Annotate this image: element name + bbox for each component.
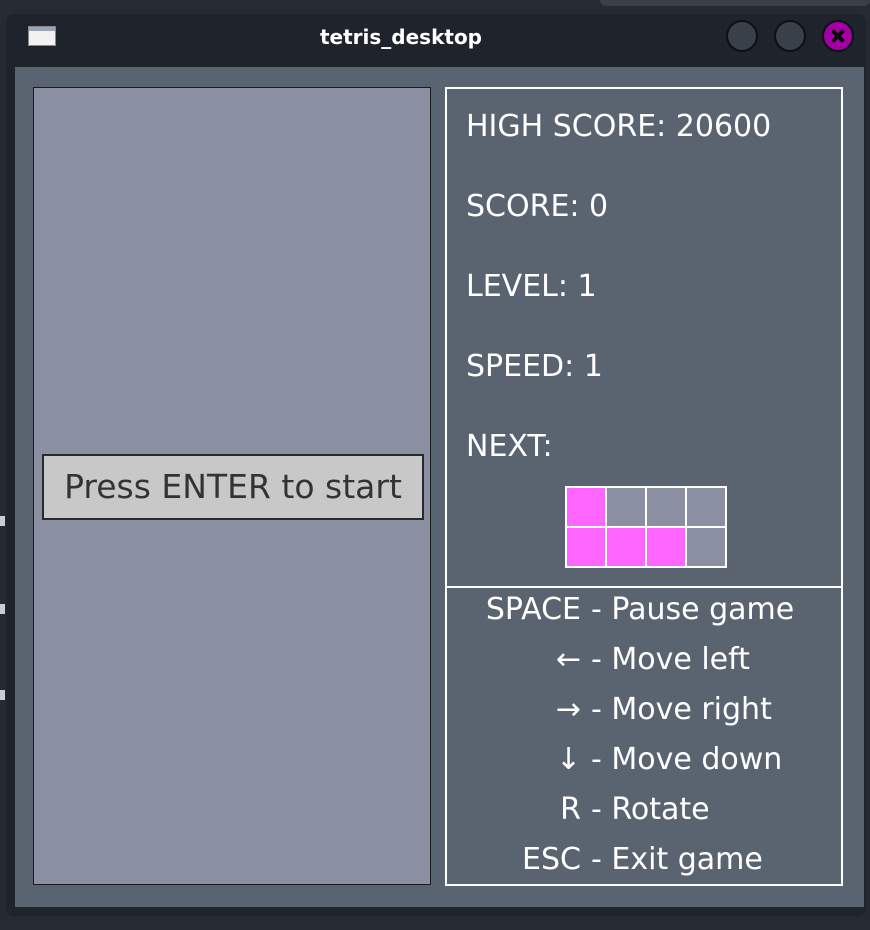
next-piece-block xyxy=(567,528,607,568)
next-label: NEXT: xyxy=(466,429,553,464)
next-piece-empty-cell xyxy=(647,488,687,528)
control-action: - Rotate xyxy=(591,792,710,827)
control-key: ← xyxy=(555,642,581,677)
next-piece-empty-cell xyxy=(687,528,727,568)
control-key: → xyxy=(555,692,581,727)
close-button[interactable] xyxy=(822,20,854,52)
title-bar[interactable]: tetris_desktop xyxy=(6,14,866,66)
maximize-button[interactable] xyxy=(774,20,806,52)
controls-help-row: ESC - Exit game xyxy=(447,840,841,880)
controls-help-row: → - Move right xyxy=(447,690,841,730)
control-action: - Move down xyxy=(591,742,783,777)
game-client-area: Press ENTER to start HIGH SCORE: 20600 S… xyxy=(15,67,864,907)
control-action: - Exit game xyxy=(591,842,763,877)
control-key: SPACE xyxy=(485,592,581,627)
next-piece-block xyxy=(647,528,687,568)
window-title: tetris_desktop xyxy=(319,25,482,49)
next-piece-empty-cell xyxy=(607,488,647,528)
control-key: ↓ xyxy=(555,742,581,777)
control-key: R xyxy=(560,792,581,827)
controls-help-panel: SPACE - Pause game ← - Move left → - Move rig… xyxy=(445,586,843,886)
control-action: - Move left xyxy=(591,642,750,677)
minimize-button[interactable] xyxy=(726,20,758,52)
speed-label: SPEED: 1 xyxy=(466,349,603,384)
next-piece-block xyxy=(607,528,647,568)
next-piece-preview xyxy=(565,486,727,568)
controls-help-row: ← - Move left xyxy=(447,640,841,680)
next-piece-empty-cell xyxy=(687,488,727,528)
control-action: - Move right xyxy=(591,692,772,727)
high-score-label: HIGH SCORE: 20600 xyxy=(466,109,772,144)
controls-help-row: ↓ - Move down xyxy=(447,740,841,780)
game-board[interactable]: Press ENTER to start xyxy=(33,87,431,885)
stats-panel: HIGH SCORE: 20600 SCORE: 0 LEVEL: 1 SPEE… xyxy=(445,87,843,587)
controls-help-row: R - Rotate xyxy=(447,790,841,830)
start-prompt: Press ENTER to start xyxy=(42,454,424,520)
control-key: ESC xyxy=(522,842,581,877)
score-label: SCORE: 0 xyxy=(466,189,609,224)
desktop-edge xyxy=(600,0,870,6)
control-action: - Pause game xyxy=(591,592,795,627)
app-window: tetris_desktop Press ENTER to start HIGH… xyxy=(6,14,866,916)
level-label: LEVEL: 1 xyxy=(466,269,597,304)
next-piece-block xyxy=(567,488,607,528)
controls-help-row: SPACE - Pause game xyxy=(447,590,841,630)
